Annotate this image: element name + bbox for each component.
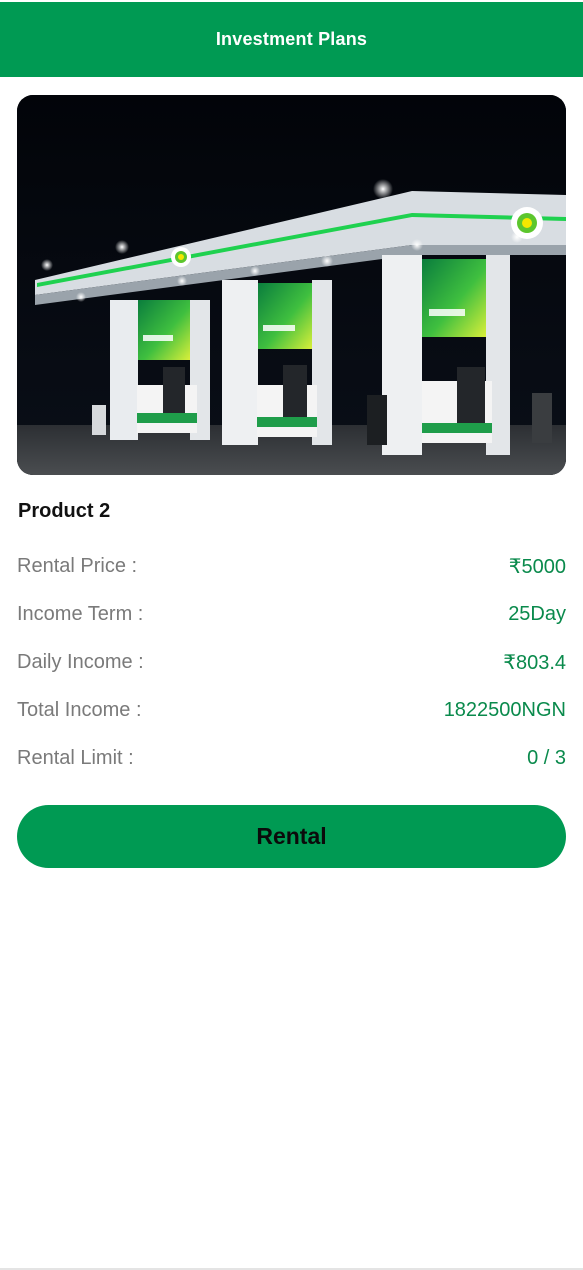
total-income-label: Total Income : <box>17 698 142 721</box>
header-bar: Investment Plans <box>0 2 583 77</box>
rental-limit-value: 0 / 3 <box>527 746 566 769</box>
detail-row-total-income: Total Income : 1822500NGN <box>17 686 566 734</box>
income-term-value: 25Day <box>508 602 566 625</box>
income-term-label: Income Term : <box>17 602 144 625</box>
rental-limit-label: Rental Limit : <box>17 746 134 769</box>
detail-row-rental-limit: Rental Limit : 0 / 3 <box>17 734 566 782</box>
rental-price-label: Rental Price : <box>17 554 138 577</box>
product-details: Rental Price : ₹5000 Income Term : 25Day… <box>17 542 566 782</box>
gas-station-illustration <box>17 95 566 475</box>
product-image <box>17 95 566 475</box>
rental-price-value: ₹5000 <box>508 555 566 578</box>
page-title: Investment Plans <box>215 29 368 49</box>
daily-income-label: Daily Income : <box>17 650 144 673</box>
detail-row-daily-income: Daily Income : ₹803.4 <box>17 638 566 686</box>
rental-button[interactable]: Rental <box>17 805 566 868</box>
detail-row-income-term: Income Term : 25Day <box>17 590 566 638</box>
daily-income-value: ₹803.4 <box>503 651 566 674</box>
detail-row-rental-price: Rental Price : ₹5000 <box>17 542 566 590</box>
total-income-value: 1822500NGN <box>443 698 566 721</box>
product-name: Product 2 <box>18 500 111 522</box>
